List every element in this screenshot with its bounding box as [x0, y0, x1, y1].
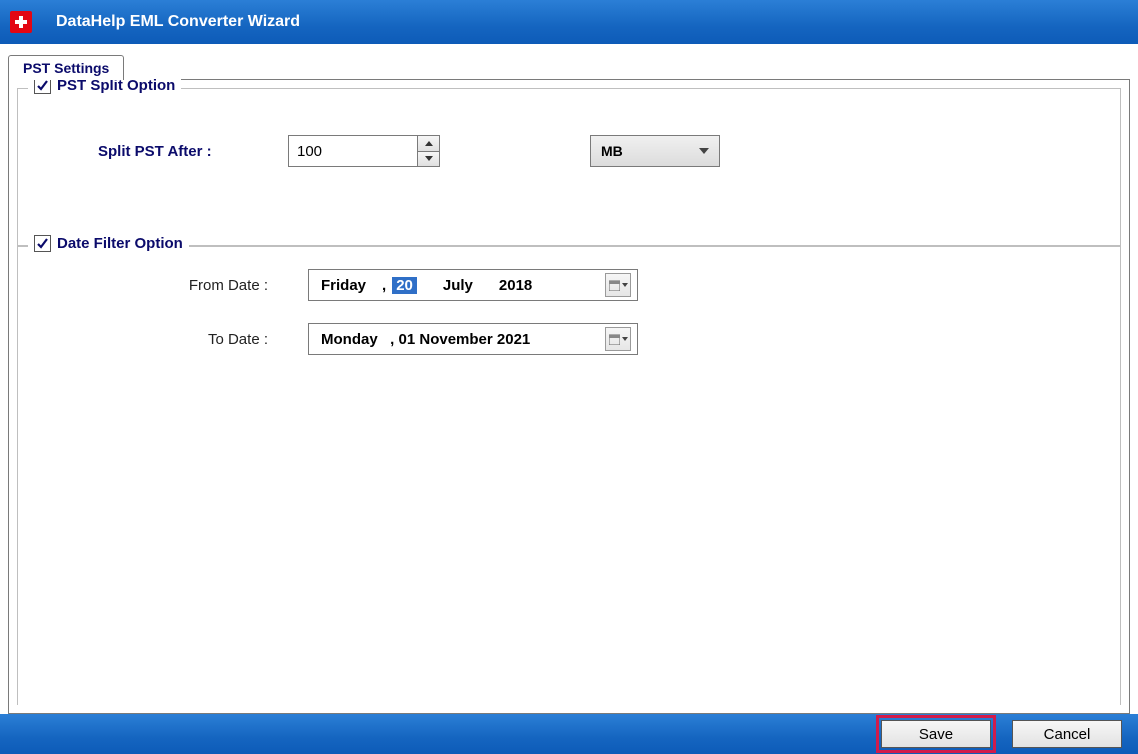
- from-date-comma: ,: [382, 277, 386, 294]
- spin-up-button[interactable]: [418, 136, 439, 151]
- cancel-button[interactable]: Cancel: [1012, 720, 1122, 748]
- chevron-down-icon: [622, 283, 628, 287]
- save-button-highlight: Save: [876, 715, 996, 753]
- content: PST Settings PST Split Option Split PST …: [0, 44, 1138, 714]
- date-filter-legend-label: Date Filter Option: [57, 235, 183, 252]
- split-after-label: Split PST After :: [98, 143, 258, 160]
- from-date-day-selected[interactable]: 20: [392, 277, 417, 294]
- calendar-icon: [609, 280, 620, 291]
- from-date-year: 2018: [499, 277, 532, 294]
- split-unit-value: MB: [601, 143, 623, 159]
- spin-down-button[interactable]: [418, 151, 439, 167]
- footer: Save Cancel: [0, 714, 1138, 754]
- titlebar: DataHelp EML Converter Wizard: [0, 0, 1138, 44]
- date-filter-checkbox[interactable]: [34, 235, 51, 252]
- to-date-text: Monday , 01 November 2021: [321, 331, 605, 348]
- to-date-label: To Date :: [78, 331, 308, 348]
- from-date-month: July: [443, 277, 473, 294]
- pst-split-group: PST Split Option Split PST After : 100: [17, 88, 1121, 246]
- tab-header: PST Settings: [8, 54, 1130, 79]
- split-value-input[interactable]: 100: [288, 135, 440, 167]
- from-date-label: From Date :: [78, 277, 308, 294]
- date-filter-legend: Date Filter Option: [28, 235, 189, 252]
- to-date-picker[interactable]: Monday , 01 November 2021: [308, 323, 638, 355]
- chevron-down-icon: [699, 148, 709, 154]
- chevron-down-icon: [622, 337, 628, 341]
- calendar-icon: [609, 334, 620, 345]
- split-row: Split PST After : 100: [68, 105, 1070, 227]
- to-date-value: Monday , 01 November 2021: [321, 331, 530, 348]
- tab-body: PST Split Option Split PST After : 100: [8, 79, 1130, 714]
- tab-container: PST Settings PST Split Option Split PST …: [8, 54, 1130, 714]
- date-filter-group: Date Filter Option From Date : Friday , …: [17, 246, 1121, 705]
- from-date-weekday: Friday: [321, 277, 366, 294]
- from-date-picker[interactable]: Friday , 20 July 2018: [308, 269, 638, 301]
- split-value[interactable]: 100: [289, 136, 417, 166]
- to-date-calendar-button[interactable]: [605, 327, 631, 351]
- from-date-calendar-button[interactable]: [605, 273, 631, 297]
- split-unit-select[interactable]: MB: [590, 135, 720, 167]
- from-date-row: From Date : Friday , 20 July 2018: [78, 269, 1070, 301]
- tab-pst-settings[interactable]: PST Settings: [8, 55, 124, 80]
- split-spinners: [417, 136, 439, 166]
- window-title: DataHelp EML Converter Wizard: [56, 13, 300, 31]
- to-date-row: To Date : Monday , 01 November 2021: [78, 323, 1070, 355]
- save-button[interactable]: Save: [881, 720, 991, 748]
- app-icon: [10, 11, 32, 33]
- from-date-text: Friday , 20 July 2018: [321, 277, 605, 294]
